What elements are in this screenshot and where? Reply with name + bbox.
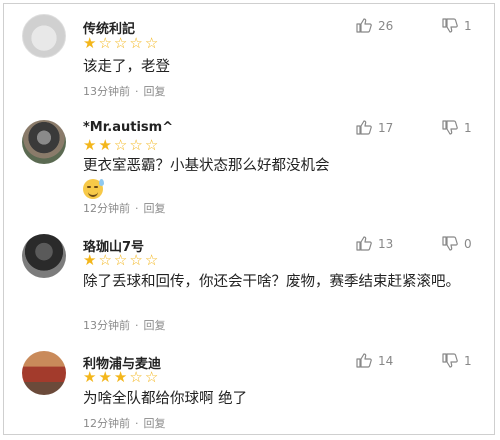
star-empty-icon: ☆ xyxy=(129,251,145,269)
star-empty-icon: ☆ xyxy=(144,34,161,52)
star-filled-icon: ★ xyxy=(113,368,130,386)
thumbs-up-icon xyxy=(356,236,372,251)
star-empty-icon: ☆ xyxy=(144,251,161,269)
username[interactable]: *Mr.autism^ xyxy=(83,120,173,135)
dislike-button[interactable]: 1 xyxy=(442,120,472,135)
sweat-smile-emoji xyxy=(83,179,104,199)
thumbs-down-icon xyxy=(442,120,458,135)
thumbs-down-icon xyxy=(442,18,458,33)
reply-button[interactable]: 回复 xyxy=(144,85,166,98)
star-empty-icon: ☆ xyxy=(144,368,161,386)
star-filled-icon: ★ xyxy=(83,251,99,269)
reply-button[interactable]: 回复 xyxy=(144,417,166,430)
star-empty-icon: ☆ xyxy=(144,136,161,154)
star-filled-icon: ★ xyxy=(83,368,99,386)
star-empty-icon: ☆ xyxy=(113,34,130,52)
star-empty-icon: ☆ xyxy=(129,368,145,386)
star-filled-icon: ★ xyxy=(83,136,99,154)
star-empty-icon: ☆ xyxy=(129,34,145,52)
like-count: 26 xyxy=(378,18,394,33)
dislike-button[interactable]: 0 xyxy=(442,236,472,251)
comment-text-body: 更衣室恶霸？小基状态那么好都没机会 xyxy=(83,158,330,174)
dislike-count: 1 xyxy=(464,120,472,135)
dislike-count: 1 xyxy=(464,353,472,368)
comment-meta: 13分钟前 · 回复 xyxy=(83,319,166,332)
timestamp: 13分钟前 xyxy=(83,85,130,98)
avatar[interactable] xyxy=(22,14,66,58)
star-rating: ★☆☆☆☆ xyxy=(83,34,160,52)
like-count: 17 xyxy=(378,120,394,135)
star-empty-icon: ☆ xyxy=(98,251,114,269)
thumbs-up-icon xyxy=(356,120,372,135)
star-rating: ★★★☆☆ xyxy=(83,368,160,386)
avatar[interactable] xyxy=(22,120,66,164)
like-button[interactable]: 13 xyxy=(356,236,393,251)
comment-text: 更衣室恶霸？小基状态那么好都没机会 xyxy=(83,155,483,201)
like-button[interactable]: 26 xyxy=(356,18,393,33)
reply-button[interactable]: 回复 xyxy=(144,319,166,332)
thumbs-down-icon xyxy=(442,236,458,251)
reply-button[interactable]: 回复 xyxy=(144,202,166,215)
like-button[interactable]: 14 xyxy=(356,353,393,368)
comment-meta: 12分钟前 · 回复 xyxy=(83,417,166,430)
like-count: 13 xyxy=(378,236,394,251)
star-empty-icon: ☆ xyxy=(98,34,114,52)
thumbs-up-icon xyxy=(356,18,372,33)
dislike-count: 0 xyxy=(464,236,472,251)
like-count: 14 xyxy=(378,353,394,368)
star-filled-icon: ★ xyxy=(83,34,99,52)
dislike-button[interactable]: 1 xyxy=(442,18,472,33)
star-rating: ★☆☆☆☆ xyxy=(83,251,160,269)
comment-list: 传统利記 ★☆☆☆☆ 该走了，老登 13分钟前 · 回复 26 1 *Mr.auti… xyxy=(3,3,495,435)
like-button[interactable]: 17 xyxy=(356,120,393,135)
avatar[interactable] xyxy=(22,234,66,278)
dislike-count: 1 xyxy=(464,18,472,33)
star-filled-icon: ★ xyxy=(98,368,114,386)
timestamp: 12分钟前 xyxy=(83,417,130,430)
comment-text: 除了丢球和回传，你还会干啥？废物，赛季结束赶紧滚吧。 xyxy=(83,274,460,290)
thumbs-down-icon xyxy=(442,353,458,368)
comment-text: 该走了，老登 xyxy=(83,59,170,75)
star-empty-icon: ☆ xyxy=(129,136,145,154)
timestamp: 13分钟前 xyxy=(83,319,130,332)
star-empty-icon: ☆ xyxy=(113,251,130,269)
avatar[interactable] xyxy=(22,351,66,395)
comment-text: 为啥全队都给你球啊 绝了 xyxy=(83,391,248,407)
star-rating: ★★☆☆☆ xyxy=(83,136,160,154)
star-filled-icon: ★ xyxy=(98,136,114,154)
dislike-button[interactable]: 1 xyxy=(442,353,472,368)
timestamp: 12分钟前 xyxy=(83,202,130,215)
star-empty-icon: ☆ xyxy=(113,136,130,154)
comment-meta: 13分钟前 · 回复 xyxy=(83,85,166,98)
thumbs-up-icon xyxy=(356,353,372,368)
comment-meta: 12分钟前 · 回复 xyxy=(83,202,166,215)
